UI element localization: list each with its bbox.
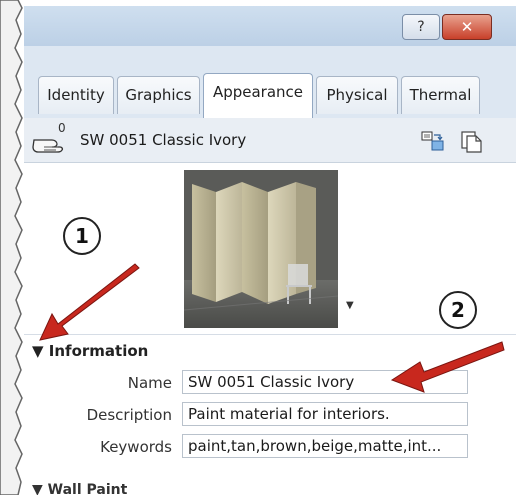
- callout-number-1: 1: [75, 224, 89, 248]
- callout-number-2: 2: [451, 298, 465, 322]
